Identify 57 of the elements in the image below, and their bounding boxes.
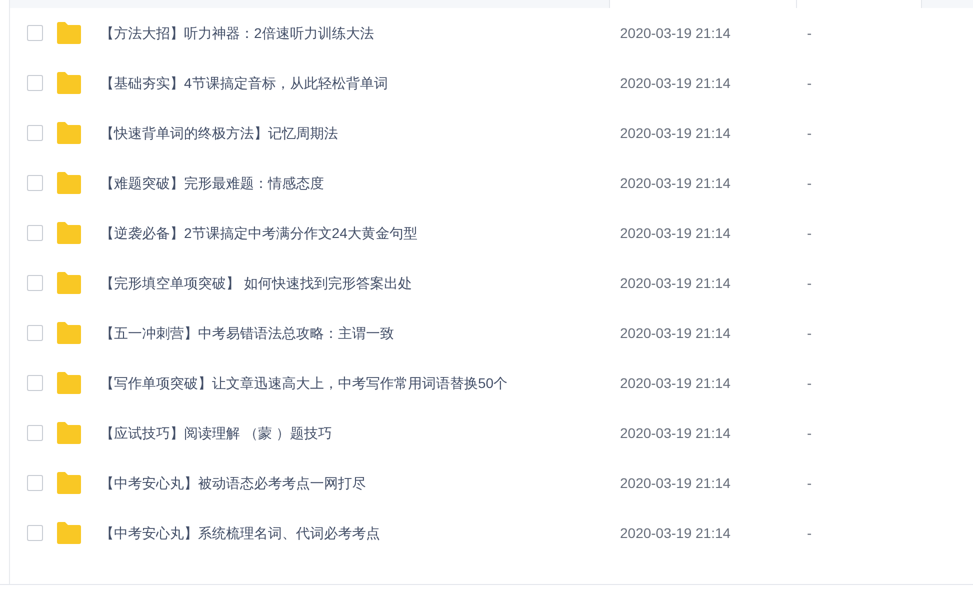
column-header[interactable] [797,0,922,8]
folder-icon [56,422,82,444]
checkbox[interactable] [27,425,43,441]
checkbox[interactable] [27,475,43,491]
file-size: - [807,124,812,142]
folder-icon [56,172,82,194]
modified-date: 2020-03-19 21:14 [620,374,732,392]
file-name[interactable]: 【五一冲刺营】中考易错语法总攻略：主谓一致 [100,322,600,344]
folder-icon [56,222,82,244]
modified-date: 2020-03-19 21:14 [620,274,732,292]
checkbox[interactable] [27,375,43,391]
folder-icon [56,122,82,144]
folder-icon [56,372,82,394]
modified-date: 2020-03-19 21:14 [620,174,732,192]
folder-icon [56,72,82,94]
checkbox[interactable] [27,225,43,241]
folder-icon [56,472,82,494]
modified-date: 2020-03-19 21:14 [620,424,732,442]
file-name[interactable]: 【快速背单词的终极方法】记忆周期法 [100,122,600,144]
folder-icon [56,322,82,344]
modified-date: 2020-03-19 21:14 [620,24,732,42]
checkbox[interactable] [27,325,43,341]
file-size: - [807,224,812,242]
file-size: - [807,274,812,292]
folder-icon [56,272,82,294]
checkbox[interactable] [27,175,43,191]
file-size: - [807,524,812,542]
file-size: - [807,474,812,492]
checkbox[interactable] [27,75,43,91]
checkbox[interactable] [27,275,43,291]
file-name[interactable]: 【难题突破】完形最难题：情感态度 [100,172,600,194]
file-size: - [807,74,812,92]
modified-date: 2020-03-19 21:14 [620,524,732,542]
file-size: - [807,424,812,442]
file-size: - [807,24,812,42]
modified-date: 2020-03-19 21:14 [620,324,732,342]
folder-icon [56,22,82,44]
file-name[interactable]: 【中考安心丸】被动语态必考考点一网打尽 [100,472,600,494]
file-size: - [807,324,812,342]
file-name[interactable]: 【应试技巧】阅读理解 （蒙 ）题技巧 [100,422,600,444]
column-header[interactable] [610,0,797,8]
file-name[interactable]: 【逆袭必备】2节课搞定中考满分作文24大黄金句型 [100,222,600,244]
modified-date: 2020-03-19 21:14 [620,474,732,492]
file-size: - [807,174,812,192]
folder-icon [56,522,82,544]
modified-date: 2020-03-19 21:14 [620,124,732,142]
checkbox[interactable] [27,25,43,41]
file-size: - [807,374,812,392]
file-name[interactable]: 【写作单项突破】让文章迅速高大上，中考写作常用词语替换50个 [100,372,600,394]
file-name[interactable]: 【中考安心丸】系统梳理名词、代词必考考点 [100,522,600,544]
file-name[interactable]: 【完形填空单项突破】 如何快速找到完形答案出处 [100,272,600,294]
checkbox[interactable] [27,125,43,141]
modified-date: 2020-03-19 21:14 [620,224,732,242]
file-name[interactable]: 【方法大招】听力神器：2倍速听力训练大法 [100,22,600,44]
modified-date: 2020-03-19 21:14 [620,74,732,92]
file-name[interactable]: 【基础夯实】4节课搞定音标，从此轻松背单词 [100,72,600,94]
checkbox[interactable] [27,525,43,541]
